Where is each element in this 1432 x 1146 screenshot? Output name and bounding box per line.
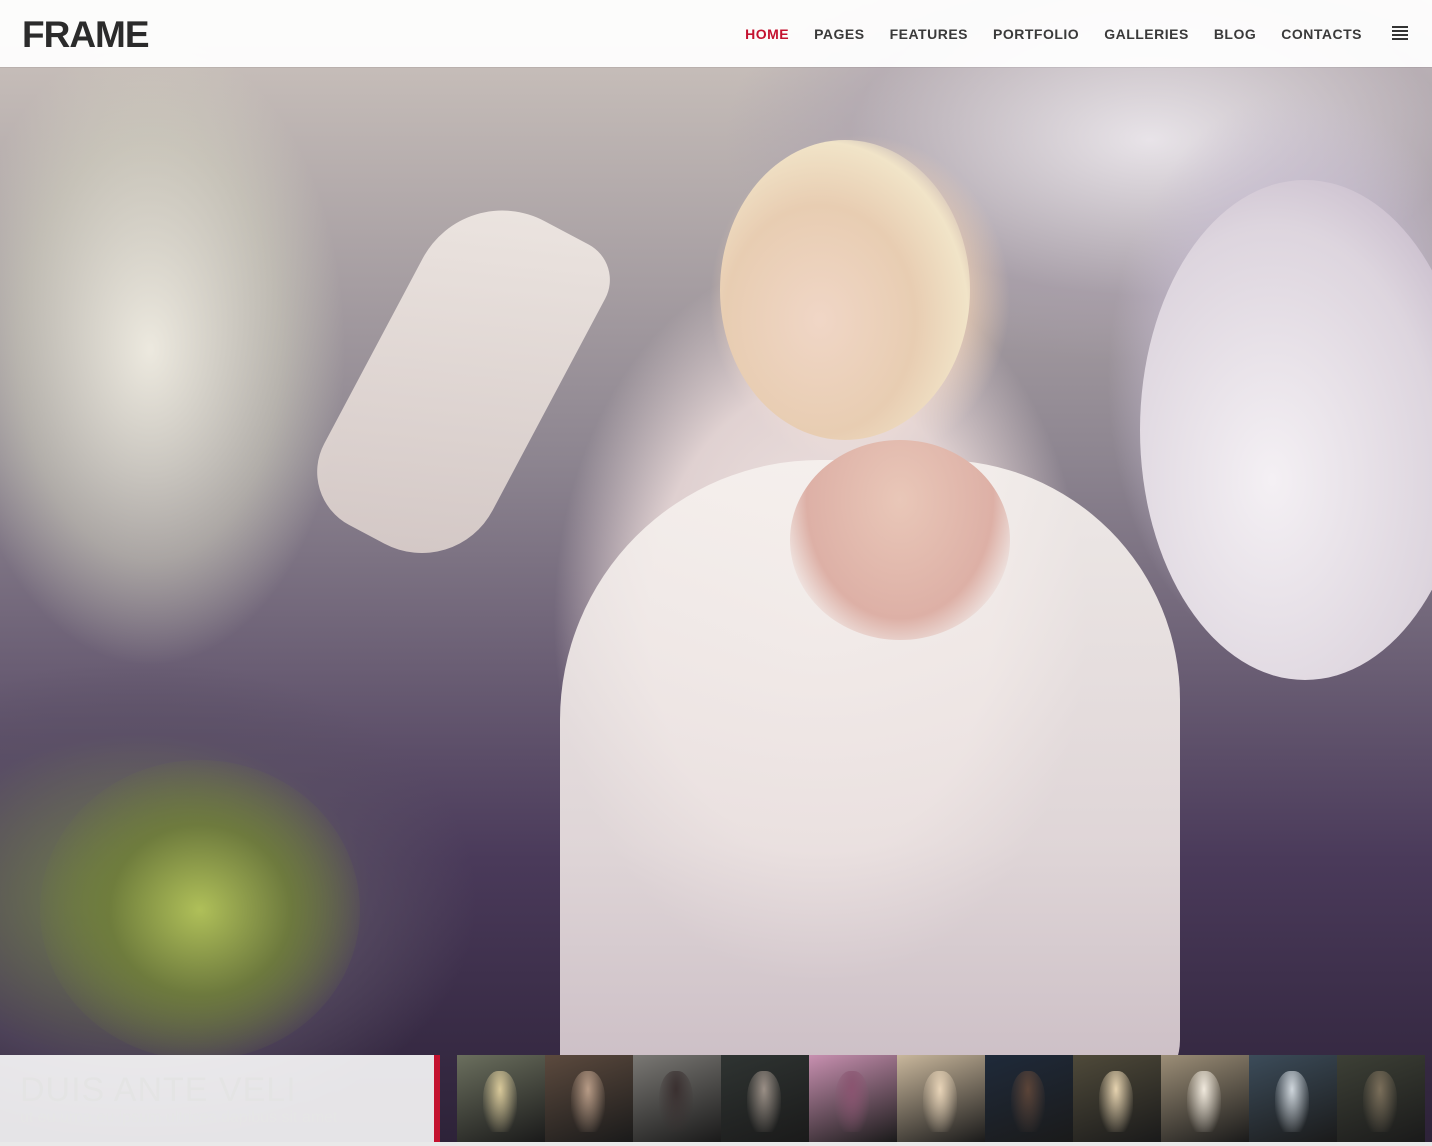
- thumbnail-figure: [835, 1070, 869, 1132]
- nav-item-contacts[interactable]: CONTACTS: [1281, 26, 1362, 42]
- thumbnail-strip: [457, 1055, 1425, 1142]
- thumbnail-figure: [1187, 1070, 1221, 1132]
- nav-item-blog[interactable]: BLOG: [1214, 26, 1256, 42]
- thumbnail-figure: [923, 1070, 957, 1132]
- slide-caption: DUIS ANTE VELI ut eu urna eu ipsum ultri…: [0, 1055, 440, 1142]
- slide-thumbnail[interactable]: [1073, 1055, 1161, 1142]
- slider-progress-track: [0, 1142, 1432, 1146]
- nav-item-home[interactable]: HOME: [745, 26, 789, 42]
- slide-subtitle: ut eu urna eu ipsum ultrices dapibus sit…: [20, 1109, 338, 1126]
- slide-thumbnail[interactable]: [1161, 1055, 1249, 1142]
- slide-thumbnail[interactable]: [633, 1055, 721, 1142]
- slide-thumbnail[interactable]: [1249, 1055, 1337, 1142]
- woman-neck: [790, 440, 1010, 640]
- plant: [40, 760, 360, 1060]
- thumbnail-figure: [1011, 1070, 1045, 1132]
- main-nav: HOME PAGES FEATURES PORTFOLIO GALLERIES BLOG C…: [720, 0, 1362, 67]
- slide-title: DUIS ANTE VELI: [20, 1071, 297, 1109]
- thumbnail-figure: [1099, 1070, 1133, 1132]
- thumbnail-figure: [1363, 1070, 1397, 1132]
- nav-item-pages[interactable]: PAGES: [814, 26, 864, 42]
- slide-thumbnail[interactable]: [897, 1055, 985, 1142]
- thumbnail-figure: [659, 1070, 693, 1132]
- nav-item-portfolio[interactable]: PORTFOLIO: [993, 26, 1079, 42]
- thumbnail-figure: [571, 1070, 605, 1132]
- woman-head: [720, 140, 970, 440]
- site-logo[interactable]: FRAME: [22, 14, 150, 56]
- nav-item-galleries[interactable]: GALLERIES: [1104, 26, 1189, 42]
- slide-thumbnail[interactable]: [721, 1055, 809, 1142]
- thumbnail-figure: [1275, 1070, 1309, 1132]
- hamburger-menu-icon[interactable]: [1392, 26, 1408, 40]
- thumbnail-figure: [747, 1070, 781, 1132]
- woman-arm: [296, 178, 624, 582]
- nav-item-features[interactable]: FEATURES: [890, 26, 968, 42]
- slide-thumbnail[interactable]: [809, 1055, 897, 1142]
- hero-slide-image: [0, 0, 1432, 1146]
- site-header: FRAME HOME PAGES FEATURES PORTFOLIO GALLERIE…: [0, 0, 1432, 67]
- slide-thumbnail[interactable]: [985, 1055, 1073, 1142]
- slide-thumbnail[interactable]: [545, 1055, 633, 1142]
- slide-thumbnail[interactable]: [1337, 1055, 1425, 1142]
- flower-pot: [1140, 180, 1432, 680]
- thumbnail-figure: [483, 1070, 517, 1132]
- slide-thumbnail[interactable]: [457, 1055, 545, 1142]
